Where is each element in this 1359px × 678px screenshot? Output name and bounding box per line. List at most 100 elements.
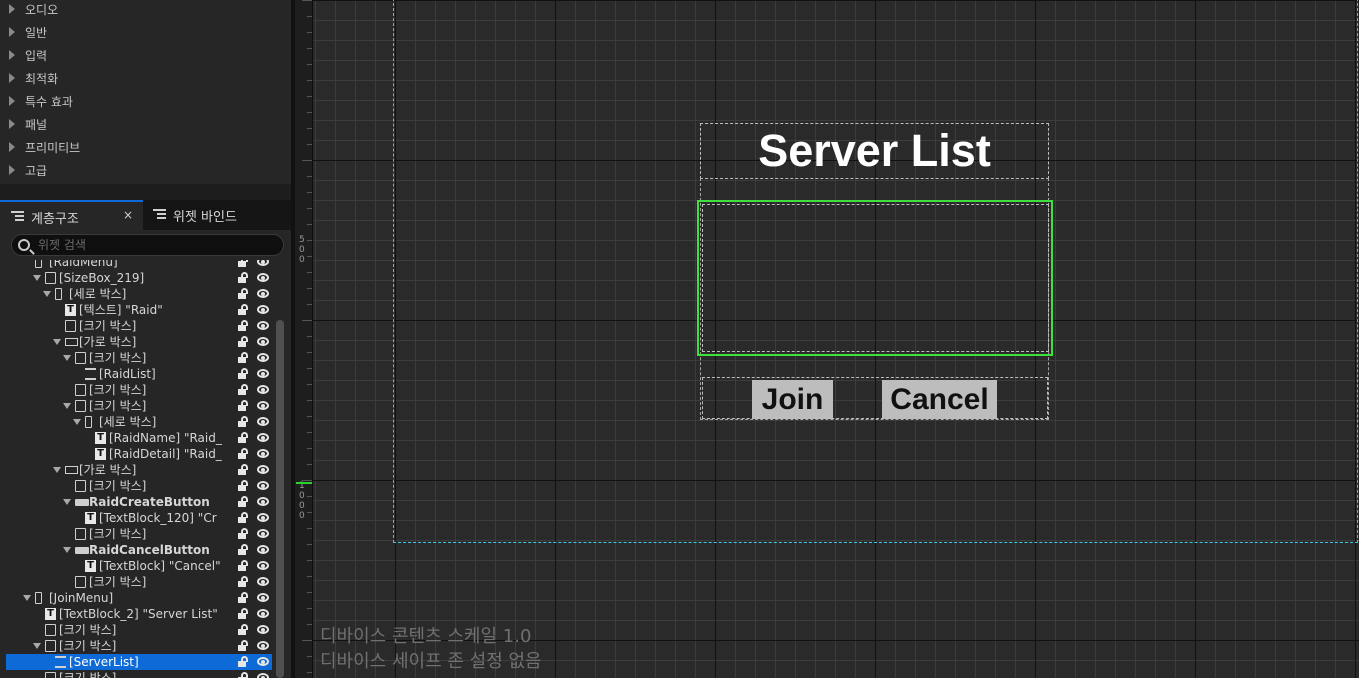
category-advanced[interactable]: 고급 — [0, 159, 291, 182]
hierarchy-row[interactable]: [크기 박스] — [6, 398, 272, 414]
hierarchy-row[interactable]: T [RaidDetail] "Raid_ — [6, 446, 272, 462]
hierarchy-row[interactable]: [크기 박스] — [6, 526, 272, 542]
unlock-icon[interactable] — [238, 288, 248, 299]
visibility-eye-icon[interactable] — [257, 641, 269, 650]
hierarchy-row[interactable]: [크기 박스] — [6, 574, 272, 590]
visibility-eye-icon[interactable] — [257, 545, 269, 554]
category-general[interactable]: 일반 — [0, 21, 291, 44]
unlock-icon[interactable] — [238, 640, 248, 651]
unlock-icon[interactable] — [238, 260, 248, 267]
category-input[interactable]: 입력 — [0, 44, 291, 67]
unlock-icon[interactable] — [238, 448, 248, 459]
collapse-arrow-icon[interactable] — [33, 275, 41, 281]
hierarchy-row[interactable]: [크기 박스] — [6, 670, 272, 678]
unlock-icon[interactable] — [238, 560, 248, 571]
visibility-eye-icon[interactable] — [257, 529, 269, 538]
category-panel[interactable]: 패널 — [0, 113, 291, 136]
hierarchy-row[interactable]: T [TextBlock_120] "Cr — [6, 510, 272, 526]
title-textblock[interactable]: Server List — [700, 123, 1049, 179]
collapse-arrow-icon[interactable] — [53, 467, 61, 473]
visibility-eye-icon[interactable] — [257, 625, 269, 634]
unlock-icon[interactable] — [238, 336, 248, 347]
unlock-icon[interactable] — [238, 624, 248, 635]
hierarchy-row[interactable]: T [TextBlock] "Cancel" — [6, 558, 272, 574]
hierarchy-row[interactable]: T [텍스트] "Raid" — [6, 302, 272, 318]
tree-scrollbar[interactable] — [276, 320, 284, 678]
collapse-arrow-icon[interactable] — [63, 355, 71, 361]
visibility-eye-icon[interactable] — [257, 417, 269, 426]
widget-search-field[interactable] — [11, 234, 284, 256]
cancel-button[interactable]: Cancel — [882, 380, 997, 419]
unlock-icon[interactable] — [238, 672, 248, 678]
unlock-icon[interactable] — [238, 480, 248, 491]
category-optimization[interactable]: 최적화 — [0, 67, 291, 90]
visibility-eye-icon[interactable] — [257, 513, 269, 522]
visibility-eye-icon[interactable] — [257, 401, 269, 410]
visibility-eye-icon[interactable] — [257, 449, 269, 458]
category-effects[interactable]: 특수 효과 — [0, 90, 291, 113]
collapse-arrow-icon[interactable] — [63, 547, 71, 553]
unlock-icon[interactable] — [238, 384, 248, 395]
unlock-icon[interactable] — [238, 304, 248, 315]
visibility-eye-icon[interactable] — [257, 289, 269, 298]
hierarchy-row[interactable]: [JoinMenu] — [6, 590, 272, 606]
visibility-eye-icon[interactable] — [257, 337, 269, 346]
category-audio[interactable]: 오디오 — [0, 0, 291, 21]
hierarchy-row[interactable]: [세로 박스] — [6, 414, 272, 430]
unlock-icon[interactable] — [238, 320, 248, 331]
visibility-eye-icon[interactable] — [257, 369, 269, 378]
collapse-arrow-icon[interactable] — [53, 339, 61, 345]
collapse-arrow-icon[interactable] — [33, 643, 41, 649]
unlock-icon[interactable] — [238, 656, 248, 667]
unlock-icon[interactable] — [238, 464, 248, 475]
hierarchy-row[interactable]: [세로 박스] — [6, 286, 272, 302]
visibility-eye-icon[interactable] — [257, 481, 269, 490]
visibility-eye-icon[interactable] — [257, 353, 269, 362]
unlock-icon[interactable] — [238, 592, 248, 603]
hierarchy-row[interactable]: [RaidList] — [6, 366, 272, 382]
visibility-eye-icon[interactable] — [257, 321, 269, 330]
unlock-icon[interactable] — [238, 608, 248, 619]
unlock-icon[interactable] — [238, 496, 248, 507]
visibility-eye-icon[interactable] — [257, 577, 269, 586]
join-button[interactable]: Join — [752, 380, 833, 419]
hierarchy-row[interactable]: [크기 박스] — [6, 350, 272, 366]
unlock-icon[interactable] — [238, 416, 248, 427]
unlock-icon[interactable] — [238, 352, 248, 363]
collapse-arrow-icon[interactable] — [63, 403, 71, 409]
hierarchy-row[interactable]: [크기 박스] — [6, 638, 272, 654]
collapse-arrow-icon[interactable] — [43, 291, 51, 297]
hierarchy-row[interactable]: RaidCancelButton — [6, 542, 272, 558]
unlock-icon[interactable] — [238, 544, 248, 555]
tab-hierarchy[interactable]: 계층구조 × — [0, 200, 143, 230]
hierarchy-row[interactable]: [RaidMenu] — [6, 260, 272, 270]
hierarchy-row[interactable]: T [TextBlock_2] "Server List" — [6, 606, 272, 622]
visibility-eye-icon[interactable] — [257, 673, 269, 678]
hierarchy-row[interactable]: RaidCreateButton — [6, 494, 272, 510]
collapse-arrow-icon[interactable] — [73, 419, 81, 425]
collapse-arrow-icon[interactable] — [23, 595, 31, 601]
unlock-icon[interactable] — [238, 368, 248, 379]
visibility-eye-icon[interactable] — [257, 657, 269, 666]
hierarchy-row[interactable]: [가로 박스] — [6, 462, 272, 478]
hierarchy-row[interactable]: T [RaidName] "Raid_ — [6, 430, 272, 446]
visibility-eye-icon[interactable] — [257, 305, 269, 314]
visibility-eye-icon[interactable] — [257, 260, 269, 266]
visibility-eye-icon[interactable] — [257, 609, 269, 618]
unlock-icon[interactable] — [238, 432, 248, 443]
category-primitive[interactable]: 프리미티브 — [0, 136, 291, 159]
unlock-icon[interactable] — [238, 576, 248, 587]
visibility-eye-icon[interactable] — [257, 561, 269, 570]
visibility-eye-icon[interactable] — [257, 273, 269, 282]
unlock-icon[interactable] — [238, 400, 248, 411]
hierarchy-row[interactable]: [크기 박스] — [6, 478, 272, 494]
hierarchy-row[interactable]: [ServerList] — [6, 654, 272, 670]
unlock-icon[interactable] — [238, 512, 248, 523]
serverlist-widget[interactable] — [702, 204, 1049, 352]
hierarchy-row[interactable]: [가로 박스] — [6, 334, 272, 350]
unlock-icon[interactable] — [238, 528, 248, 539]
hierarchy-row[interactable]: [SizeBox_219] — [6, 270, 272, 286]
visibility-eye-icon[interactable] — [257, 385, 269, 394]
hierarchy-row[interactable]: [크기 박스] — [6, 318, 272, 334]
visibility-eye-icon[interactable] — [257, 497, 269, 506]
